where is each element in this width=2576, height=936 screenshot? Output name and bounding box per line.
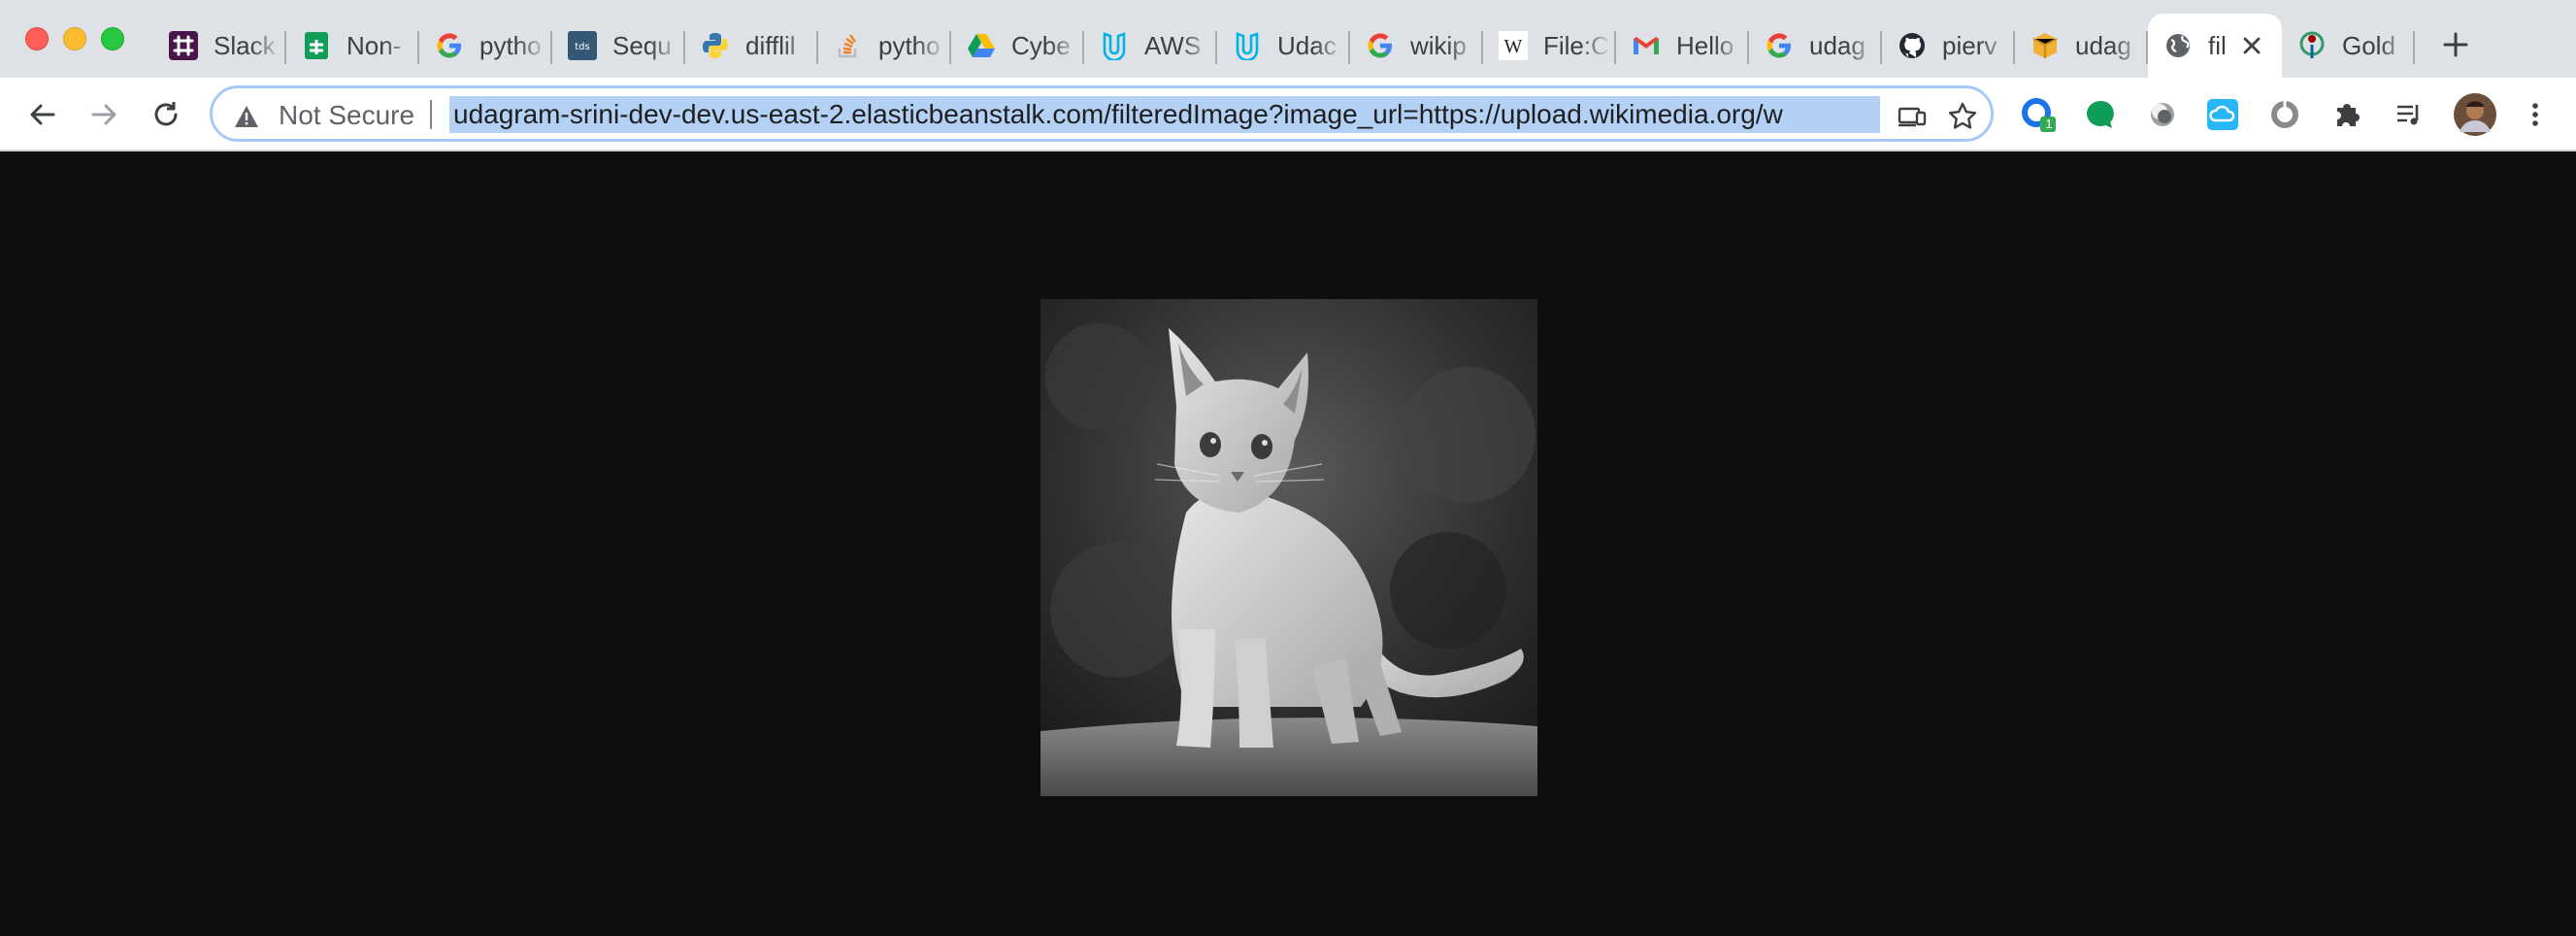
speech-bubble-icon — [2087, 100, 2114, 128]
ring-icon — [2271, 101, 2298, 128]
cloud-icon — [2207, 99, 2238, 130]
tab-title: Cybe — [1011, 30, 1071, 60]
plus-icon — [2443, 32, 2468, 57]
extension-2[interactable] — [2081, 95, 2120, 134]
tab[interactable]: pytho — [818, 14, 951, 78]
tab[interactable]: Hello — [1616, 14, 1749, 78]
browser-toolbar: Not Secure udagram-srini-dev-dev.us-east… — [0, 78, 2576, 151]
forward-button[interactable] — [84, 95, 123, 134]
menu-button[interactable] — [2516, 95, 2555, 134]
tab[interactable]: udag — [1749, 14, 1882, 78]
tab[interactable]: Non- — [286, 14, 419, 78]
tab[interactable]: Udac — [1217, 14, 1350, 78]
tab[interactable]: W File:C — [1483, 14, 1616, 78]
tab[interactable]: AWS — [1084, 14, 1217, 78]
globe-icon — [2162, 29, 2195, 62]
arrow-right-icon — [91, 104, 116, 125]
more-vertical-icon — [2532, 103, 2538, 126]
tab-title: Gold — [2342, 30, 2395, 60]
extension-badge: 1 — [2045, 117, 2053, 131]
tab[interactable]: tds Sequ — [552, 14, 685, 78]
reload-button[interactable] — [147, 95, 185, 134]
tab-active[interactable]: fil — [2148, 14, 2282, 78]
tab-title: udag — [1809, 30, 1866, 60]
filtered-image — [1040, 299, 1537, 796]
stackoverflow-icon — [832, 29, 865, 62]
puzzle-icon — [2337, 104, 2360, 126]
tab-title: Non- — [347, 30, 402, 60]
tab-title: Hello — [1676, 30, 1734, 60]
bookmark-button[interactable] — [1946, 100, 1979, 133]
wikipedia-icon: W — [1497, 29, 1530, 62]
page-content — [0, 151, 2576, 936]
playlist-icon — [2397, 105, 2419, 125]
reading-list-button[interactable] — [2390, 95, 2428, 134]
reload-icon — [154, 102, 178, 126]
extension-4[interactable] — [2203, 95, 2242, 134]
extensions-button[interactable] — [2328, 95, 2366, 134]
security-separator — [430, 100, 432, 129]
tab-title: pierv — [1942, 30, 1998, 60]
window-maximize-button[interactable] — [101, 27, 124, 50]
window-close-button[interactable] — [25, 27, 49, 50]
tab-title: Sequ — [612, 30, 672, 60]
wikimedia-icon — [2295, 29, 2328, 62]
tab[interactable]: Cybe — [951, 14, 1084, 78]
tab-title: pytho — [479, 30, 542, 60]
google-icon — [433, 29, 466, 62]
tab[interactable]: Gold — [2282, 14, 2415, 78]
close-tab-icon[interactable] — [2237, 31, 2266, 60]
url-text[interactable]: udagram-srini-dev-dev.us-east-2.elasticb… — [449, 96, 1880, 133]
back-button[interactable] — [23, 95, 62, 134]
security-status-label[interactable]: Not Secure — [279, 100, 414, 131]
arrow-left-icon — [30, 104, 55, 125]
devices-icon — [1898, 107, 1927, 127]
svg-text:tds: tds — [575, 42, 589, 52]
tab-title: difflil — [745, 30, 796, 60]
slack-icon — [167, 29, 200, 62]
avatar — [2454, 93, 2496, 136]
tab-strip: Slack Non-pytho tds Sequ difflil pytho Cybe AWS… — [0, 0, 2576, 78]
google-icon — [1763, 29, 1796, 62]
extension-3[interactable] — [2143, 95, 2182, 134]
udacity-icon — [1098, 29, 1131, 62]
package-icon — [2029, 29, 2062, 62]
tab-list: Slack Non-pytho tds Sequ difflil pytho Cybe AWS… — [153, 14, 2415, 78]
tab-title: pytho — [878, 30, 941, 60]
tab[interactable]: Slack — [153, 14, 286, 78]
tab-title: udag — [2075, 30, 2131, 60]
gmail-icon — [1630, 29, 1663, 62]
tab[interactable]: wikip — [1350, 14, 1483, 78]
tab-title: wikip — [1410, 30, 1467, 60]
warning-triangle-icon[interactable] — [234, 104, 259, 129]
tds-icon: tds — [566, 29, 599, 62]
udacity-icon — [1231, 29, 1264, 62]
tab-title: File:C — [1543, 30, 1609, 60]
tab-title: AWS — [1144, 30, 1202, 60]
install-app-button[interactable] — [1896, 100, 1929, 133]
new-tab-button[interactable] — [2436, 25, 2475, 64]
tab[interactable]: pytho — [419, 14, 552, 78]
tab-title: fil — [2208, 30, 2227, 60]
kitten-image — [1040, 299, 1537, 796]
star-icon — [1948, 102, 1977, 129]
google-drive-icon — [965, 29, 998, 62]
address-bar[interactable]: Not Secure udagram-srini-dev-dev.us-east… — [210, 85, 1994, 142]
svg-text:W: W — [1504, 36, 1523, 57]
profile-avatar-button[interactable] — [2454, 93, 2496, 136]
window-minimize-button[interactable] — [63, 27, 86, 50]
google-icon — [1364, 29, 1397, 62]
tab[interactable]: difflil — [685, 14, 818, 78]
tab[interactable]: udag — [2015, 14, 2148, 78]
tab[interactable]: pierv — [1882, 14, 2015, 78]
google-sheets-icon — [300, 29, 333, 62]
extension-5[interactable] — [2265, 95, 2304, 134]
circle-half-icon — [2151, 103, 2174, 126]
tab-title: Slack — [214, 30, 276, 60]
extension-1[interactable]: 1 — [2019, 95, 2058, 134]
tab-title: Udac — [1277, 30, 1337, 60]
python-icon — [699, 29, 732, 62]
github-icon — [1896, 29, 1929, 62]
